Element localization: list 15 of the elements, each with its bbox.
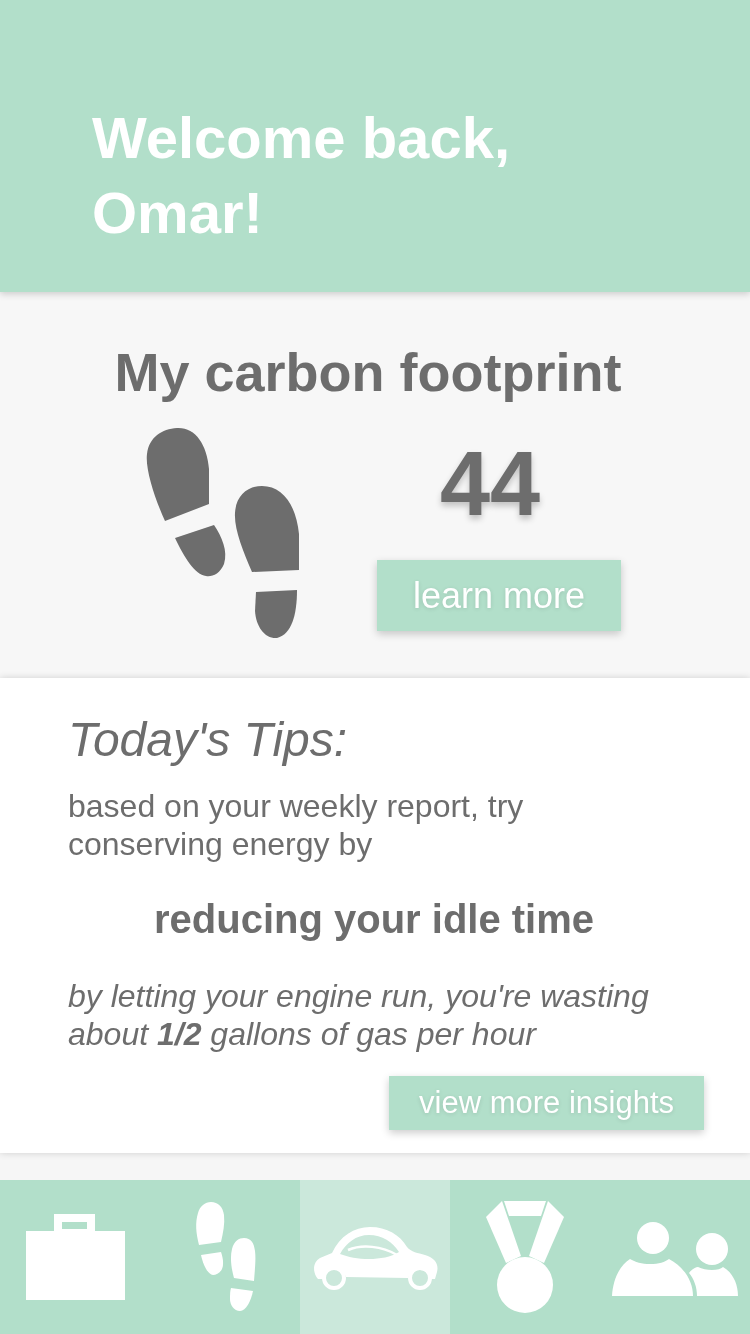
footprints-icon — [193, 1201, 257, 1313]
tips-action-text: reducing your idle time — [153, 896, 595, 943]
tips-title: Today's Tips: — [68, 712, 348, 768]
medal-icon — [486, 1201, 564, 1313]
footprint-title: My carbon footprint — [114, 341, 622, 404]
learn-more-button[interactable]: learn more — [377, 560, 621, 631]
car-icon — [311, 1224, 439, 1290]
view-insights-button[interactable]: view more insights — [389, 1076, 704, 1130]
footprints-icon — [145, 426, 301, 640]
briefcase-icon — [25, 1214, 125, 1300]
footprint-score: 44 — [439, 439, 541, 529]
tips-intro-text: based on your weekly report, try conserving energy by — [68, 787, 525, 863]
tips-detail-text: by letting your engine run, you're wasting about 1/2 gallons of gas per hour — [68, 977, 650, 1053]
welcome-title: Welcome back, Omar! — [92, 104, 511, 247]
nav-tab[interactable] — [300, 1180, 450, 1334]
